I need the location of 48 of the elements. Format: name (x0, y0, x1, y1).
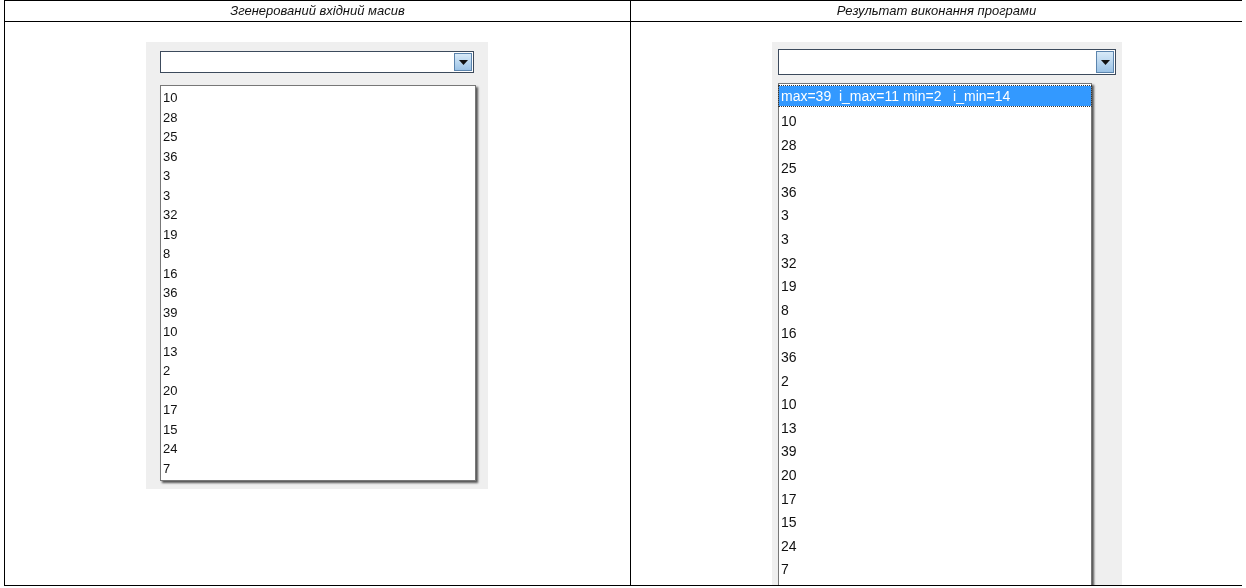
combo-box[interactable] (778, 49, 1116, 75)
list-item[interactable]: 2 (161, 361, 475, 381)
list-item[interactable]: 25 (161, 127, 475, 147)
list-item[interactable]: 36 (779, 180, 1091, 205)
column-heading: Згенерований вхідний масив (229, 2, 406, 20)
list-item[interactable]: 39 (779, 440, 1091, 464)
dropdown-button[interactable] (454, 53, 472, 71)
list-item[interactable]: 28 (161, 107, 475, 127)
list-item[interactable]: 36 (779, 345, 1091, 370)
list-item[interactable]: 17 (161, 400, 475, 420)
dropdown-button[interactable] (1096, 51, 1114, 73)
list-item[interactable]: 17 (779, 487, 1091, 512)
list-item[interactable]: 10 (161, 322, 475, 342)
list-item[interactable]: 24 (779, 534, 1091, 559)
list-item[interactable]: 8 (779, 298, 1091, 323)
list-item[interactable]: 16 (161, 263, 475, 283)
list-item[interactable]: 20 (161, 380, 475, 400)
list-item[interactable]: 8 (161, 244, 475, 264)
caret-icon (458, 59, 468, 65)
list-item[interactable]: 7 (161, 458, 475, 478)
list-item[interactable]: 20 (779, 463, 1091, 488)
list-item[interactable]: 25 (779, 157, 1091, 181)
combo-box[interactable] (160, 51, 474, 73)
list-item[interactable]: 3 (161, 185, 475, 205)
list-item[interactable]: 36 (161, 146, 475, 166)
list-item[interactable]: 36 (161, 283, 475, 303)
list-item[interactable]: 7 (779, 558, 1091, 582)
list-item[interactable]: 19 (779, 275, 1091, 299)
list-item[interactable]: 15 (779, 511, 1091, 535)
list-item[interactable]: 3 (779, 227, 1091, 252)
list-item[interactable]: 16 (779, 322, 1091, 346)
list-item[interactable]: 15 (161, 419, 475, 439)
list-item[interactable]: 13 (779, 416, 1091, 441)
caret-icon (1100, 59, 1110, 65)
list-item[interactable]: 39 (161, 302, 475, 322)
list-item[interactable]: 13 (161, 341, 475, 361)
list-item[interactable]: 10 (779, 393, 1091, 417)
list-item[interactable]: 28 (779, 133, 1091, 158)
list-item[interactable]: 10 (779, 110, 1091, 134)
list-item[interactable]: 10 (161, 88, 475, 108)
list-item[interactable]: 24 (161, 439, 475, 459)
list-item[interactable]: 32 (779, 251, 1091, 276)
list-item[interactable]: 19 (161, 224, 475, 244)
list-item[interactable]: 2 (779, 369, 1091, 394)
list-item[interactable]: 32 (161, 205, 475, 225)
list-item[interactable]: 3 (161, 166, 475, 186)
list-item[interactable]: 3 (779, 204, 1091, 228)
column-heading: Результат виконання програми (835, 2, 1038, 20)
